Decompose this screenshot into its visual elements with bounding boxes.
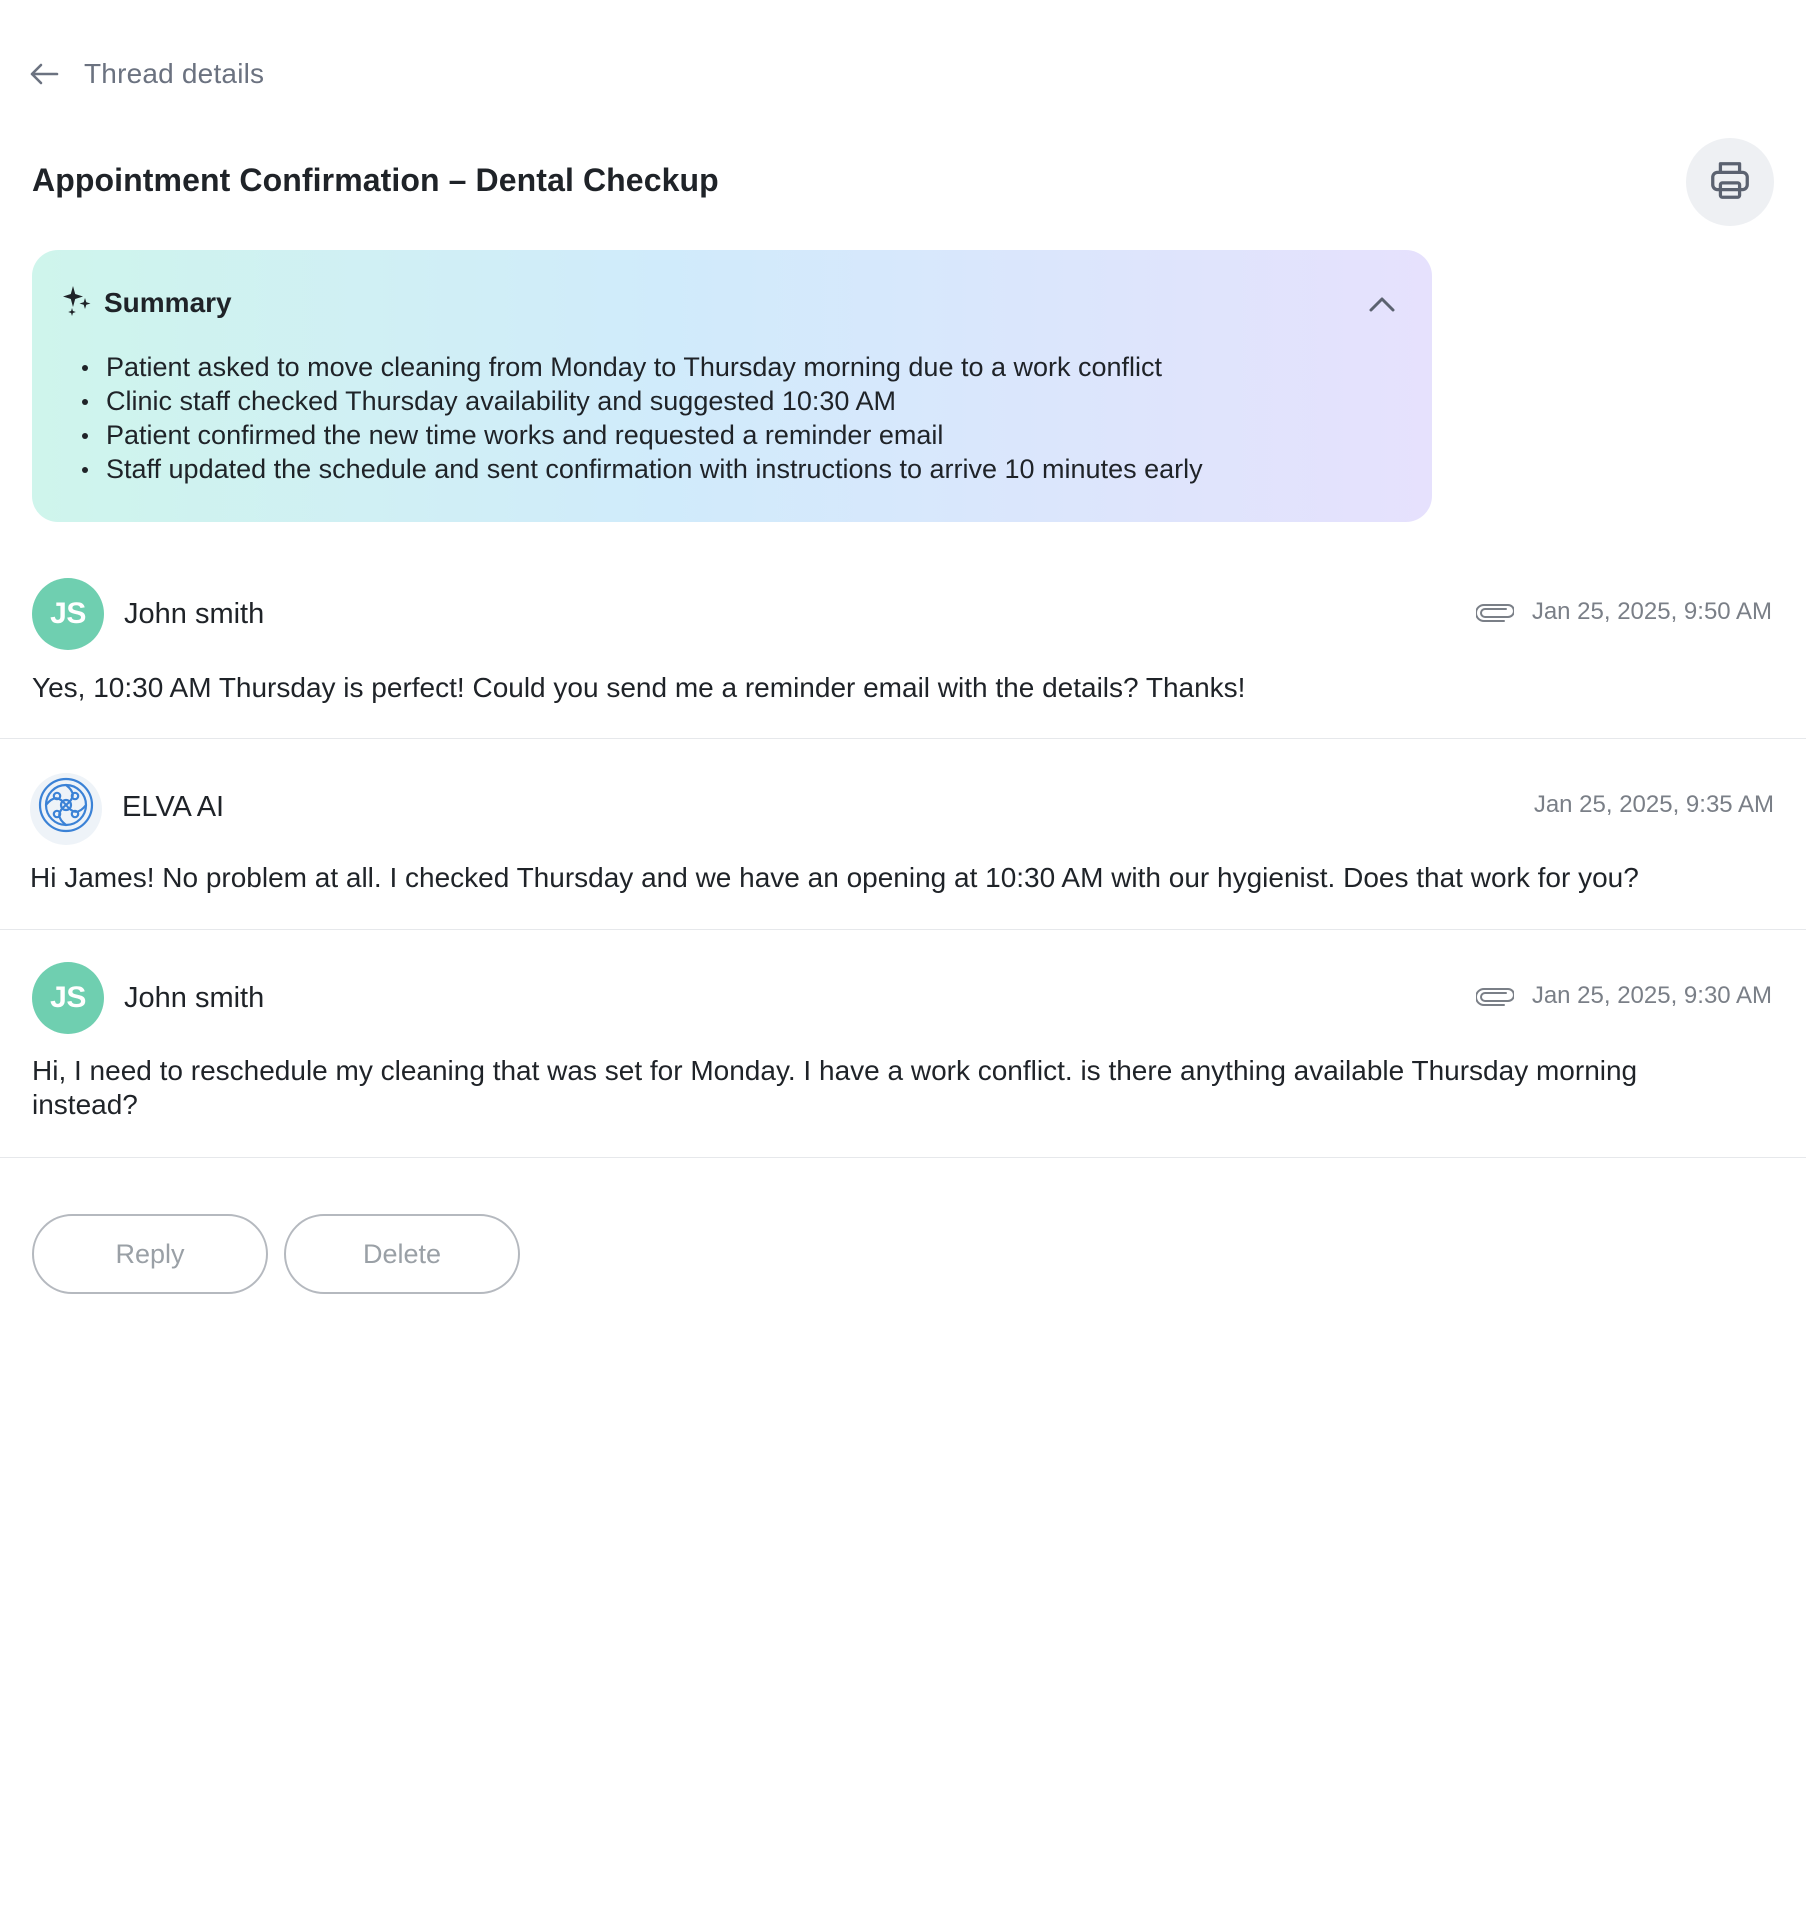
message-meta: Jan 25, 2025, 9:30 AM — [1475, 982, 1772, 1010]
print-button[interactable] — [1686, 138, 1774, 226]
message-item: JS John smith Jan 25, 2025, 9:50 AM Yes,… — [0, 560, 1806, 739]
avatar: JS — [32, 578, 104, 650]
summary-item: Patient confirmed the new time works and… — [82, 418, 1203, 452]
summary-title: Summary — [104, 286, 232, 318]
sender-name: ELVA AI — [122, 791, 225, 823]
paperclip-icon[interactable] — [1475, 985, 1514, 1007]
sender-name: John smith — [124, 982, 265, 1014]
summary-item: Patient asked to move cleaning from Mond… — [82, 350, 1203, 384]
message-timestamp: Jan 25, 2025, 9:50 AM — [1531, 598, 1772, 625]
summary-card: Summary Patient asked to move cleaning f… — [32, 250, 1432, 522]
message-body: Hi, I need to reschedule my cleaning tha… — [32, 1055, 1638, 1120]
message-item: JS John smith Jan 25, 2025, 9:30 AM Hi, … — [0, 930, 1806, 1158]
message-timestamp: Jan 25, 2025, 9:30 AM — [1531, 982, 1772, 1009]
message-meta: Jan 25, 2025, 9:50 AM — [1475, 598, 1772, 626]
printer-icon — [1707, 157, 1753, 208]
top-bar: Thread details — [28, 52, 264, 96]
thread-details-page: Thread details Appointment Confirmation … — [0, 0, 1806, 1908]
sparkles-icon — [62, 284, 92, 321]
chevron-up-icon[interactable] — [1364, 286, 1400, 322]
summary-item: Clinic staff checked Thursday availabili… — [82, 384, 1203, 418]
arrow-left-icon[interactable] — [28, 58, 60, 90]
message-item: ELVA AI Jan 25, 2025, 9:35 AM Hi James! … — [0, 739, 1806, 930]
summary-list: Patient asked to move cleaning from Mond… — [82, 350, 1203, 486]
thread-subject: Appointment Confirmation – Dental Checku… — [32, 162, 719, 198]
sender-name: John smith — [124, 598, 265, 630]
avatar — [30, 773, 102, 845]
summary-header: Summary — [62, 284, 232, 321]
reply-button[interactable]: Reply — [32, 1214, 268, 1294]
message-meta: Jan 25, 2025, 9:35 AM — [1534, 791, 1774, 819]
avatar: JS — [32, 962, 104, 1034]
summary-item: Staff updated the schedule and sent conf… — [82, 452, 1203, 486]
paperclip-icon[interactable] — [1475, 601, 1514, 623]
elva-logo-icon — [37, 776, 95, 842]
message-body: Yes, 10:30 AM Thursday is perfect! Could… — [32, 672, 1246, 703]
page-header-title: Thread details — [84, 58, 265, 89]
message-timestamp: Jan 25, 2025, 9:35 AM — [1533, 791, 1774, 818]
message-body: Hi James! No problem at all. I checked T… — [30, 862, 1639, 893]
delete-button[interactable]: Delete — [284, 1214, 520, 1294]
